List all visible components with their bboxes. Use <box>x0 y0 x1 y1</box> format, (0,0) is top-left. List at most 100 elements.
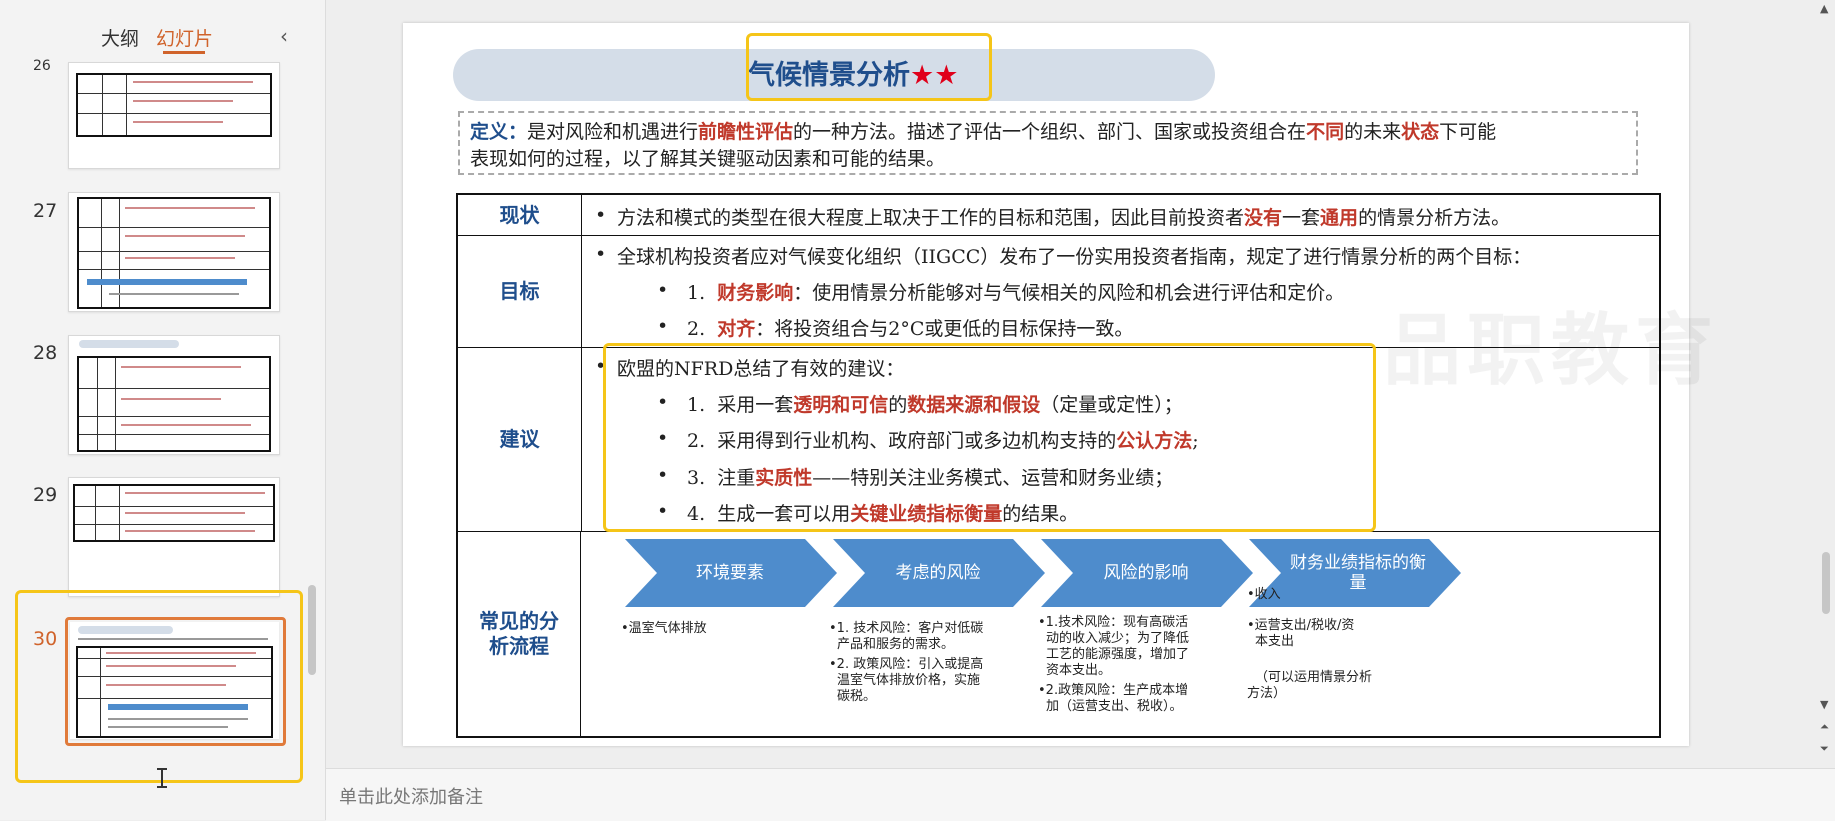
slide-thumbnail-27[interactable] <box>68 192 280 312</box>
text: •2. 政策风险：引入或提高 <box>829 657 984 672</box>
step-description: •1.技术风险：现有高碳活 动的收入减少；为了降低 工艺的能源强度，增加了 资本… <box>1038 615 1228 715</box>
slide-thumbnail-28[interactable] <box>68 335 280 455</box>
step-label: 考虑的风险 <box>895 563 981 583</box>
list-item: 2. 对齐：将投资组合与2°C或更低的目标保持一致。 <box>687 314 1133 341</box>
bullet: • <box>657 315 669 337</box>
tab-slides[interactable]: 幻灯片 <box>156 24 213 51</box>
slide-thumbnail-29[interactable] <box>68 477 280 597</box>
text: •温室气体排放 <box>621 621 707 636</box>
tab-outline[interactable]: 大纲 <box>101 24 139 51</box>
text: 2. <box>687 318 706 340</box>
list-item: 1. 财务影响：使用情景分析能够对与气候相关的风险和机会进行评估和定价。 <box>687 278 1344 305</box>
slide-number-current: 30 <box>33 628 58 650</box>
bullet: • <box>595 355 607 377</box>
text: •2.政策风险：生产成本增 <box>1038 683 1189 698</box>
text: 4. <box>687 503 706 525</box>
bullet: • <box>595 204 607 226</box>
definition-label: 定义： <box>470 121 528 143</box>
list-item: 2. 采用得到行业机构、政府部门或多边机构支持的公认方法; <box>687 426 1199 453</box>
content-table[interactable]: 现状 • 方法和模式的类型在很大程度上取决于工作的目标和范围，因此目前投资者没有… <box>456 193 1661 738</box>
table-row-advice: 建议 • 欧盟的NFRD总结了有效的建议： • 1. 采用一套透明和可信的数据来… <box>458 347 1659 532</box>
list-item: 4. 生成一套可以用关键业绩指标衡量的结果。 <box>687 499 1078 526</box>
text: 采用得到行业机构、政府部门或多边机构支持的 <box>717 430 1117 452</box>
slide-canvas[interactable]: 品职教育 气候情景分析★★ 定义：是对风险和机遇进行前瞻性评估的一种方法。描述了… <box>403 23 1713 746</box>
slide-title[interactable]: 气候情景分析★★ <box>748 53 958 92</box>
text: 1. <box>687 394 706 416</box>
emphasis: 数据来源和假设 <box>907 394 1041 416</box>
text: 的情景分析方法。 <box>1358 207 1511 229</box>
emphasis: 公认方法 <box>1116 430 1193 452</box>
text: 一套 <box>1282 207 1321 229</box>
slide-thumbnail-26[interactable] <box>68 62 280 169</box>
slide-thumbnail-30[interactable] <box>65 617 286 746</box>
step-description: •温室气体排放 <box>621 621 811 637</box>
step-description: •收入 •运营支出/税收/资 本支出 （可以运用情景分析 方法） <box>1247 587 1437 702</box>
scrollbar-thumb[interactable] <box>1822 552 1830 614</box>
vertical-scrollbar[interactable]: ▲ ▼ ⏶ ⏷ <box>1817 0 1835 768</box>
scroll-up-icon[interactable]: ▲ <box>1820 2 1828 15</box>
row-label: 常见的分析流程 <box>458 531 581 736</box>
text: 方法和模式的类型在很大程度上取决于工作的目标和范围，因此目前投资者 <box>617 207 1245 229</box>
bullet: • <box>657 391 669 413</box>
text: •运营支出/税收/资 <box>1247 618 1355 633</box>
next-slide-icon[interactable]: ⏷ <box>1820 742 1829 756</box>
step-description: •1. 技术风险：客户对低碳 产品和服务的需求。 •2. 政策风险：引入或提高 … <box>829 621 1019 705</box>
slide-number: 26 <box>33 58 51 74</box>
text: •1.技术风险：现有高碳活 <box>1038 615 1189 630</box>
bullet: • <box>657 500 669 522</box>
text: 资本支出。 <box>1046 663 1112 678</box>
text: •1. 技术风险：客户对低碳 <box>829 621 984 636</box>
text: （可以运用情景分析 <box>1255 670 1373 685</box>
slide-number: 28 <box>33 342 58 364</box>
text: ; <box>1192 430 1199 452</box>
bullet: • <box>657 464 669 486</box>
text: 的一种方法。描述了评估一个组织、部门、国家或投资组合在 <box>793 121 1307 143</box>
active-tab-indicator <box>163 51 205 54</box>
step-label: 环境要素 <box>696 563 764 583</box>
text: 采用一套 <box>717 394 794 416</box>
title-text: 气候情景分析 <box>748 60 910 91</box>
list-item: 3. 注重实质性——特别关注业务模式、运营和财务业绩； <box>687 463 1173 490</box>
bullet: • <box>595 243 607 265</box>
text: 生成一套可以用 <box>717 503 851 525</box>
table-row-process: 常见的分析流程 环境要素 考虑的风险 风险的影响 财务业绩指标的衡量 •温室气体… <box>458 531 1659 736</box>
text: ：将投资组合与2°C或更低的目标保持一致。 <box>755 318 1134 340</box>
text: 1. <box>687 282 706 304</box>
text: 是对风险和机遇进行 <box>527 121 699 143</box>
text: 3. <box>687 467 706 489</box>
step-label: 风险的影响 <box>1103 563 1189 583</box>
definition-box[interactable]: 定义：是对风险和机遇进行前瞻性评估的一种方法。描述了评估一个组织、部门、国家或投… <box>458 111 1638 175</box>
text: 本支出 <box>1255 634 1295 649</box>
text: 产品和服务的需求。 <box>837 637 955 652</box>
emphasis: 没有 <box>1244 207 1283 229</box>
row-label: 现状 <box>458 195 582 235</box>
star-icon: ★★ <box>910 60 959 91</box>
list-item: 1. 采用一套透明和可信的数据来源和假设（定量或定性）； <box>687 390 1183 417</box>
text-cursor-icon <box>157 768 167 788</box>
text: ：使用情景分析能够对与气候相关的风险和机会进行评估和定价。 <box>793 282 1345 304</box>
text: 2. <box>687 430 706 452</box>
text: 碳税。 <box>837 689 877 704</box>
emphasis: 财务影响 <box>717 282 794 304</box>
bullet: • <box>657 279 669 301</box>
text: 的 <box>888 394 908 416</box>
table-row-status: 现状 • 方法和模式的类型在很大程度上取决于工作的目标和范围，因此目前投资者没有… <box>458 195 1659 236</box>
notes-placeholder[interactable]: 单击此处添加备注 <box>339 783 483 809</box>
chevron-left-icon[interactable]: ‹ <box>280 24 288 48</box>
emphasis: 对齐 <box>717 318 756 340</box>
row-text: 欧盟的NFRD总结了有效的建议： <box>617 358 905 380</box>
text: 注重 <box>717 467 756 489</box>
notes-pane[interactable]: 单击此处添加备注 <box>326 768 1835 821</box>
panel-scrollbar[interactable] <box>308 585 316 675</box>
emphasis: 前瞻性评估 <box>698 121 794 143</box>
previous-slide-icon[interactable]: ⏶ <box>1820 720 1829 734</box>
text: 加（运营支出、税收）。 <box>1046 699 1183 714</box>
scroll-down-icon[interactable]: ▼ <box>1820 698 1828 711</box>
text: 下可能 <box>1439 121 1497 143</box>
text: 温室气体排放价格，实施 <box>837 673 981 688</box>
emphasis: 通用 <box>1320 207 1359 229</box>
emphasis: 状态 <box>1401 121 1440 143</box>
emphasis: 关键业绩指标衡量 <box>850 503 1003 525</box>
bullet: • <box>657 427 669 449</box>
row-label: 建议 <box>458 347 582 531</box>
